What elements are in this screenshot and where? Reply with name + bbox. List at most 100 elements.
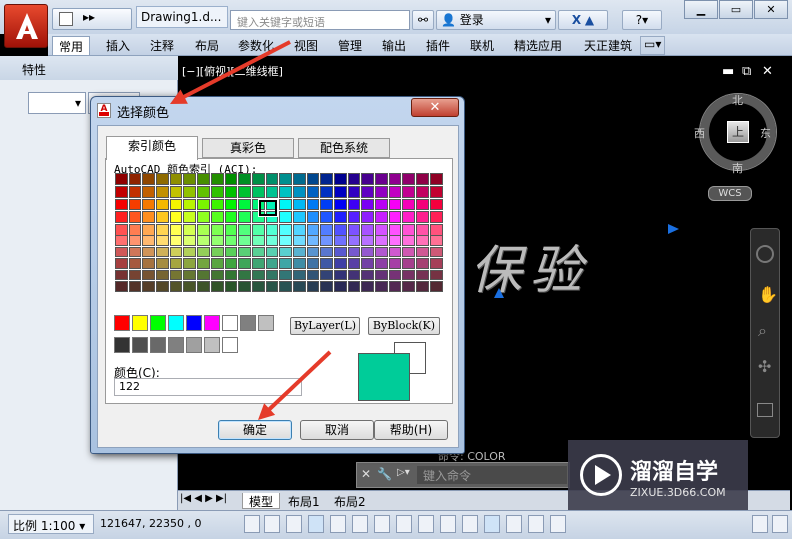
- aci-color-cell[interactable]: [347, 185, 361, 198]
- aci-color-cell[interactable]: [197, 198, 210, 211]
- aci-color-cell[interactable]: [361, 258, 375, 269]
- aci-color-cell[interactable]: [142, 269, 156, 281]
- aci-color-cell[interactable]: [224, 173, 238, 185]
- aci-color-cell[interactable]: [347, 258, 361, 269]
- tab-true-color[interactable]: 真彩色: [202, 138, 294, 158]
- aci-color-cell[interactable]: [429, 269, 443, 281]
- aci-color-cell[interactable]: [142, 246, 156, 258]
- aci-color-cell[interactable]: [306, 258, 320, 269]
- aci-color-cell[interactable]: [265, 258, 279, 269]
- gray-color-swatch[interactable]: [132, 337, 148, 353]
- standard-color-swatch[interactable]: [258, 315, 274, 331]
- quick-access-toolbar[interactable]: ▸▸: [52, 8, 132, 30]
- aci-color-cell[interactable]: [429, 198, 443, 211]
- aci-color-cell[interactable]: [224, 198, 238, 211]
- aci-color-cell[interactable]: [416, 235, 429, 246]
- command-input[interactable]: 键入命令: [417, 466, 567, 484]
- wcs-menu[interactable]: WCS: [708, 186, 752, 201]
- aci-color-cell[interactable]: [402, 281, 416, 292]
- aci-color-cell[interactable]: [183, 246, 197, 258]
- aci-color-cell[interactable]: [292, 185, 306, 198]
- aci-color-cell[interactable]: [197, 185, 210, 198]
- aci-color-cell[interactable]: [306, 198, 320, 211]
- navigation-bar[interactable]: ✋ ⌕ ✣: [750, 228, 780, 438]
- chevron-right-icon[interactable]: ▸▸: [83, 10, 95, 24]
- aci-color-cell[interactable]: [183, 198, 197, 211]
- aci-color-cell[interactable]: [142, 235, 156, 246]
- aci-color-cell[interactable]: [251, 269, 265, 281]
- aci-color-cell[interactable]: [183, 281, 197, 292]
- aci-color-cell[interactable]: [156, 185, 169, 198]
- grid-display-icon[interactable]: [286, 515, 302, 533]
- aci-color-cell[interactable]: [142, 281, 156, 292]
- aci-color-cell[interactable]: [142, 185, 156, 198]
- aci-color-cell[interactable]: [361, 246, 375, 258]
- viewport-minimize-icon[interactable]: ▬: [722, 64, 734, 79]
- aci-color-cell[interactable]: [334, 281, 347, 292]
- aci-color-cell[interactable]: [292, 258, 306, 269]
- aci-color-cell[interactable]: [416, 246, 429, 258]
- aci-color-cell[interactable]: [279, 185, 292, 198]
- ortho-mode-icon[interactable]: [308, 515, 324, 533]
- aci-color-cell[interactable]: [251, 246, 265, 258]
- aci-color-cell[interactable]: [142, 258, 156, 269]
- aci-color-cell[interactable]: [224, 246, 238, 258]
- aci-color-cell[interactable]: [347, 198, 361, 211]
- aci-color-cell[interactable]: [416, 173, 429, 185]
- aci-color-cell[interactable]: [320, 211, 333, 224]
- gray-color-swatch[interactable]: [186, 337, 202, 353]
- tab-nav-arrows[interactable]: |◀ ◀ ▶ ▶|: [180, 493, 227, 504]
- aci-color-cell[interactable]: [306, 269, 320, 281]
- ribbon-tab-tangent[interactable]: 天正建筑: [578, 36, 638, 55]
- aci-color-cell[interactable]: [183, 269, 197, 281]
- standard-color-swatch[interactable]: [204, 315, 220, 331]
- aci-color-cell[interactable]: [128, 173, 142, 185]
- tab-layout2[interactable]: 布局2: [328, 493, 372, 509]
- showmotion-icon[interactable]: [757, 403, 773, 417]
- transparency-icon[interactable]: [484, 515, 500, 533]
- ribbon-tab-output[interactable]: 输出: [376, 36, 412, 55]
- viewcube-top-face[interactable]: 上: [727, 121, 749, 143]
- help-icon[interactable]: ?▾: [622, 10, 662, 30]
- aci-color-cell[interactable]: [142, 198, 156, 211]
- application-menu-button[interactable]: [4, 4, 48, 48]
- quick-properties-icon[interactable]: [506, 515, 522, 533]
- standard-color-swatch[interactable]: [168, 315, 184, 331]
- aci-color-cell[interactable]: [292, 281, 306, 292]
- aci-color-cell[interactable]: [115, 246, 128, 258]
- aci-color-cell[interactable]: [156, 258, 169, 269]
- aci-color-cell[interactable]: [388, 246, 402, 258]
- aci-color-cell[interactable]: [210, 269, 224, 281]
- aci-color-cell[interactable]: [402, 269, 416, 281]
- aci-color-cell[interactable]: [402, 198, 416, 211]
- aci-color-cell[interactable]: [128, 235, 142, 246]
- polar-tracking-icon[interactable]: [330, 515, 346, 533]
- aci-color-cell[interactable]: [320, 235, 333, 246]
- aci-color-cell[interactable]: [388, 211, 402, 224]
- aci-color-cell[interactable]: [279, 269, 292, 281]
- aci-color-cell[interactable]: [128, 198, 142, 211]
- aci-color-cell[interactable]: [334, 185, 347, 198]
- aci-color-cell[interactable]: [224, 235, 238, 246]
- aci-color-cell[interactable]: [334, 258, 347, 269]
- aci-color-cell[interactable]: [210, 173, 224, 185]
- aci-color-cell[interactable]: [416, 269, 429, 281]
- aci-color-cell[interactable]: [388, 269, 402, 281]
- aci-color-cell[interactable]: [347, 235, 361, 246]
- gray-color-swatch[interactable]: [168, 337, 184, 353]
- aci-color-cell[interactable]: [320, 246, 333, 258]
- ribbon-tab-featured-apps[interactable]: 精选应用: [508, 36, 568, 55]
- minimize-button[interactable]: ▁: [684, 0, 718, 19]
- scale-dropdown[interactable]: 比例 1:100 ▾: [8, 514, 94, 534]
- gray-color-swatch[interactable]: [114, 337, 130, 353]
- aci-color-cell[interactable]: [292, 269, 306, 281]
- aci-color-cell[interactable]: [429, 258, 443, 269]
- gray-color-swatch[interactable]: [222, 337, 238, 353]
- dynamic-input-icon[interactable]: [440, 515, 456, 533]
- aci-color-cell[interactable]: [128, 211, 142, 224]
- aci-color-cell[interactable]: [334, 235, 347, 246]
- aci-color-cell[interactable]: [334, 198, 347, 211]
- aci-color-cell[interactable]: [251, 258, 265, 269]
- aci-color-cell[interactable]: [251, 235, 265, 246]
- aci-color-cell[interactable]: [142, 211, 156, 224]
